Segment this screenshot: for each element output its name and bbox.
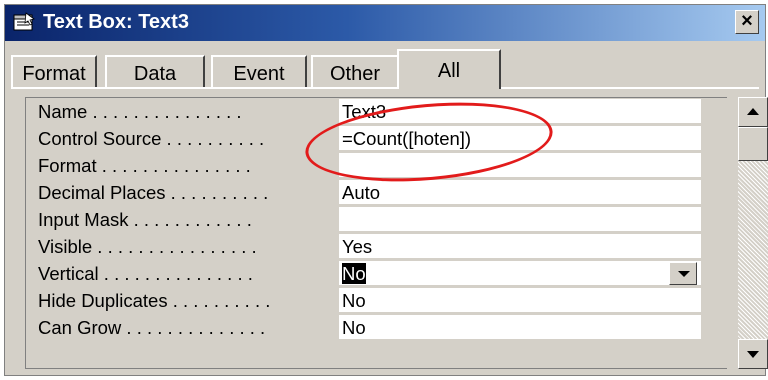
scroll-thumb[interactable] <box>738 127 768 161</box>
scroll-down-arrow-icon[interactable] <box>738 339 768 369</box>
property-label[interactable]: Decimal Places . . . . . . . . . . <box>26 179 338 206</box>
tab-event[interactable]: Event <box>211 55 307 88</box>
property-sheet-window: Text Box: Text3 × Format Data Event Othe… <box>4 4 768 376</box>
tab-divider <box>11 87 759 89</box>
dropdown-arrow-button[interactable] <box>669 262 697 285</box>
property-value-input[interactable]: Auto <box>339 180 701 205</box>
property-row-visible: Visible . . . . . . . . . . . . . . . . … <box>26 233 726 260</box>
property-row-hide-duplicates: Hide Duplicates . . . . . . . . . . No <box>26 287 726 314</box>
close-button[interactable]: × <box>735 10 759 34</box>
property-label[interactable]: Vertical . . . . . . . . . . . . . . . <box>26 260 338 287</box>
property-label[interactable]: Can Grow . . . . . . . . . . . . . . <box>26 314 338 341</box>
property-label[interactable]: Visible . . . . . . . . . . . . . . . . <box>26 233 338 260</box>
selected-text: No <box>342 263 366 284</box>
property-row-input-mask: Input Mask . . . . . . . . . . . . <box>26 206 726 233</box>
property-label[interactable]: Hide Duplicates . . . . . . . . . . <box>26 287 338 314</box>
property-label[interactable]: Name . . . . . . . . . . . . . . . <box>26 98 338 125</box>
property-row-vertical: Vertical . . . . . . . . . . . . . . . N… <box>26 260 726 287</box>
tab-format[interactable]: Format <box>11 55 97 88</box>
vertical-scrollbar[interactable] <box>738 97 768 369</box>
property-value-input[interactable]: No <box>339 315 701 340</box>
scroll-up-arrow-icon[interactable] <box>738 97 768 127</box>
tab-other[interactable]: Other <box>311 55 399 88</box>
property-label[interactable]: Format . . . . . . . . . . . . . . . <box>26 152 338 179</box>
property-label[interactable]: Input Mask . . . . . . . . . . . . <box>26 206 338 233</box>
property-row-can-grow: Can Grow . . . . . . . . . . . . . . No <box>26 314 726 341</box>
property-sheet-icon <box>13 12 35 31</box>
tab-data[interactable]: Data <box>105 55 205 88</box>
property-value-input[interactable] <box>339 207 701 232</box>
title-bar[interactable]: Text Box: Text3 × <box>5 5 765 41</box>
property-label[interactable]: Control Source . . . . . . . . . . <box>26 125 338 152</box>
property-row-decimal-places: Decimal Places . . . . . . . . . . Auto <box>26 179 726 206</box>
window-title: Text Box: Text3 <box>43 11 189 33</box>
property-value-select[interactable]: No <box>339 261 701 286</box>
property-value-input[interactable]: Yes <box>339 234 701 259</box>
property-value-input[interactable]: No <box>339 288 701 313</box>
tab-all[interactable]: All <box>397 49 501 89</box>
